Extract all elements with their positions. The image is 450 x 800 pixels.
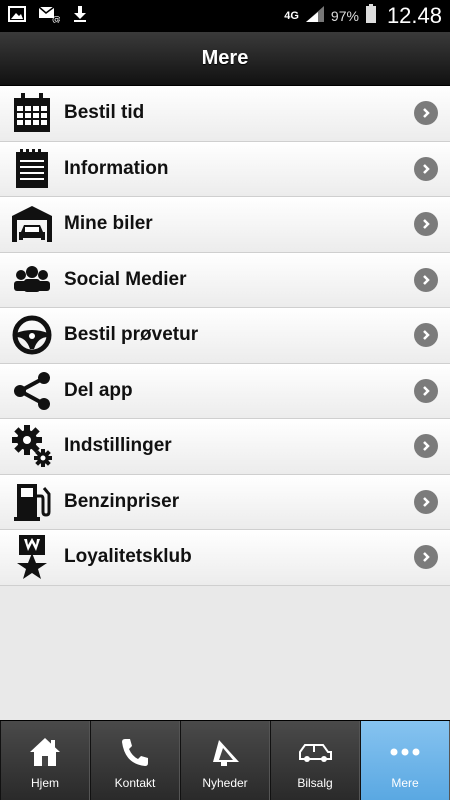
chevron-right-icon	[414, 267, 438, 292]
menu-item-label: Del app	[64, 379, 133, 401]
menu-item-label: Mine biler	[64, 213, 153, 235]
gallery-icon	[8, 5, 26, 27]
menu-item-label: Information	[64, 157, 169, 179]
page-title: Mere	[201, 47, 249, 69]
status-bar: @ 4G 97% 12.48	[0, 0, 450, 32]
clock: 12.48	[386, 3, 442, 28]
menu-item-label: Bestil tid	[64, 102, 145, 124]
menu-item-label: Loyalitetsklub	[64, 546, 192, 568]
chevron-right-icon	[414, 101, 438, 126]
tab-label: Nyheder	[202, 776, 248, 790]
signal-icon	[305, 5, 325, 28]
share-icon	[12, 370, 52, 412]
tab-label: Kontakt	[114, 776, 156, 790]
menu-item-label: Bestil prøvetur	[64, 324, 199, 346]
tab-bar: Hjem Kontakt Nyheder Bilsalg Mere	[0, 720, 450, 800]
menu-list: Bestil tid Information Mine biler Social…	[0, 86, 450, 586]
garage-icon	[12, 203, 52, 245]
tab-hjem[interactable]: Hjem	[0, 721, 90, 800]
tab-label: Bilsalg	[297, 776, 333, 790]
tab-kontakt[interactable]: Kontakt	[90, 721, 180, 800]
tab-nyheder[interactable]: Nyheder	[180, 721, 270, 800]
chevron-right-icon	[414, 323, 438, 348]
tab-bilsalg[interactable]: Bilsalg	[270, 721, 360, 800]
network-indicator: 4G	[284, 10, 299, 22]
car-icon	[297, 734, 333, 770]
menu-item-label: Benzinpriser	[64, 490, 180, 512]
menu-item-label: Indstillinger	[64, 435, 172, 457]
chevron-right-icon	[414, 545, 438, 570]
tab-label: Mere	[391, 776, 419, 790]
battery-percent: 97%	[330, 8, 359, 24]
menu-item-bestil-tid[interactable]: Bestil tid	[0, 86, 450, 142]
menu-item-mine-biler[interactable]: Mine biler	[0, 197, 450, 253]
chevron-right-icon	[414, 212, 438, 237]
menu-item-indstillinger[interactable]: Indstillinger	[0, 419, 450, 475]
menu-item-label: Social Medier	[64, 268, 187, 290]
header: Mere	[0, 32, 450, 86]
notepad-icon	[12, 148, 52, 190]
phone-icon	[119, 734, 151, 770]
mail-icon: @	[38, 5, 61, 28]
more-dots-icon	[389, 734, 421, 770]
chevron-right-icon	[414, 378, 438, 403]
download-icon	[72, 5, 88, 28]
menu-item-bestil-provetur[interactable]: Bestil prøvetur	[0, 308, 450, 364]
chevron-right-icon	[414, 489, 438, 514]
chevron-right-icon	[414, 156, 438, 181]
fuel-pump-icon	[12, 481, 52, 523]
svg-text:@: @	[52, 15, 60, 23]
menu-item-benzinpriser[interactable]: Benzinpriser	[0, 474, 450, 530]
tab-mere[interactable]: Mere	[360, 721, 450, 800]
battery-icon	[365, 3, 377, 29]
tab-label: Hjem	[30, 776, 59, 790]
home-icon	[29, 734, 61, 770]
gears-icon	[12, 425, 52, 468]
people-icon	[12, 259, 52, 301]
steering-wheel-icon	[12, 314, 52, 356]
calendar-icon	[12, 92, 52, 134]
megaphone-icon	[209, 734, 241, 770]
medal-star-icon	[12, 535, 52, 580]
chevron-right-icon	[414, 434, 438, 459]
menu-item-social-medier[interactable]: Social Medier	[0, 252, 450, 308]
menu-item-information[interactable]: Information	[0, 141, 450, 197]
menu-item-loyalitetsklub[interactable]: Loyalitetsklub	[0, 530, 450, 586]
menu-item-del-app[interactable]: Del app	[0, 363, 450, 419]
